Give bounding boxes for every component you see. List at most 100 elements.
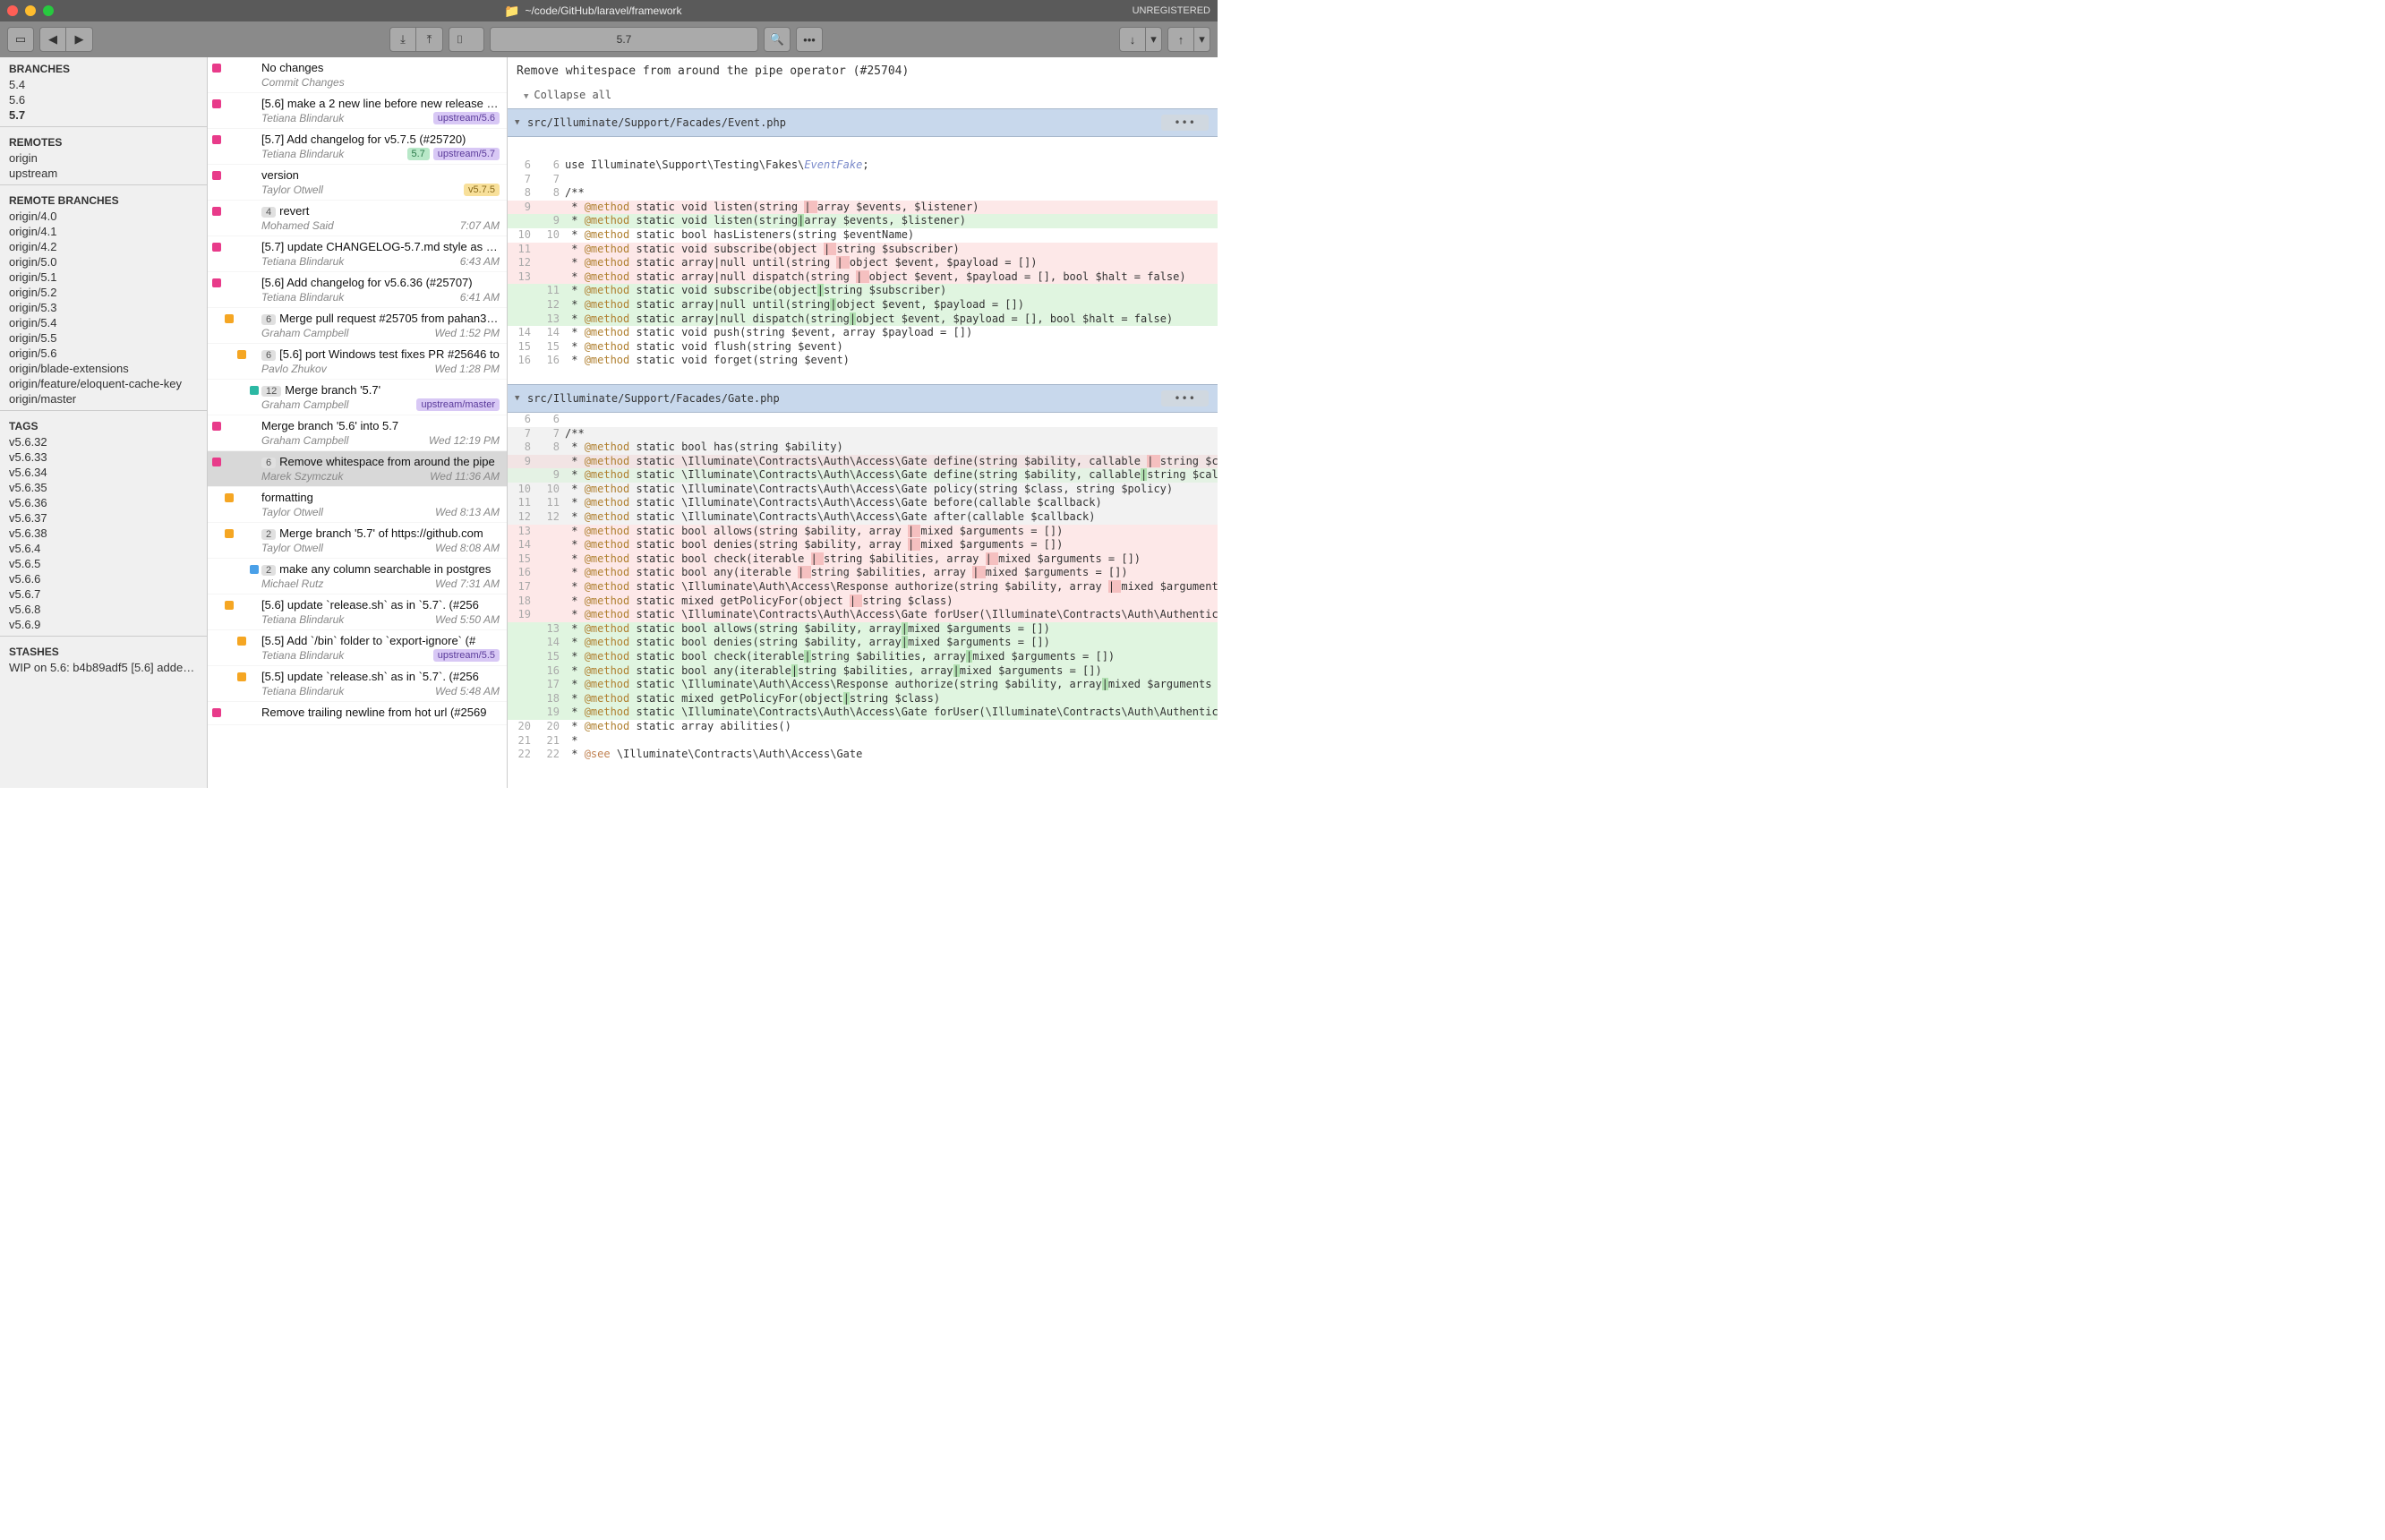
- diff-line[interactable]: 9 * @method static void listen(string | …: [508, 201, 1218, 215]
- diff-line[interactable]: 19 * @method static \Illuminate\Contract…: [508, 706, 1218, 720]
- diff-line[interactable]: 77/**: [508, 427, 1218, 441]
- sort-up-menu[interactable]: ▾: [1194, 27, 1210, 52]
- sort-down-button[interactable]: ↓: [1119, 27, 1146, 52]
- commit-row[interactable]: 4revertMohamed Said7:07 AM: [208, 201, 507, 236]
- diff-line[interactable]: 18 * @method static mixed getPolicyFor(o…: [508, 692, 1218, 706]
- file-header[interactable]: src/Illuminate/Support/Facades/Event.php…: [508, 108, 1218, 137]
- commit-row[interactable]: 2Merge branch '5.7' of https://github.co…: [208, 523, 507, 559]
- diff-line[interactable]: 17 * @method static \Illuminate\Auth\Acc…: [508, 678, 1218, 692]
- diff-line[interactable]: 13 * @method static bool allows(string $…: [508, 622, 1218, 637]
- commit-row[interactable]: versionTaylor Otwellv5.7.5: [208, 165, 507, 201]
- more-button[interactable]: •••: [796, 27, 823, 52]
- diff-line[interactable]: 77: [508, 173, 1218, 187]
- push-button[interactable]: ⤒: [416, 27, 443, 52]
- sidebar-item[interactable]: origin/blade-extensions: [0, 361, 207, 376]
- diff-line[interactable]: 66: [508, 413, 1218, 427]
- diff-line[interactable]: 13 * @method static bool allows(string $…: [508, 525, 1218, 539]
- sidebar-item[interactable]: origin/5.4: [0, 315, 207, 330]
- commit-row[interactable]: 6Merge pull request #25705 from pahan35/…: [208, 308, 507, 344]
- collapse-all-button[interactable]: Collapse all: [508, 85, 1218, 108]
- diff-line[interactable]: 88/**: [508, 186, 1218, 201]
- diff-line[interactable]: 88 * @method static bool has(string $abi…: [508, 441, 1218, 455]
- zoom-icon[interactable]: [43, 5, 54, 16]
- minimize-icon[interactable]: [25, 5, 36, 16]
- diff-line[interactable]: 16 * @method static bool any(iterable|st…: [508, 664, 1218, 679]
- sidebar-item[interactable]: v5.6.7: [0, 586, 207, 602]
- diff-line[interactable]: 1212 * @method static \Illuminate\Contra…: [508, 510, 1218, 525]
- sidebar-item[interactable]: v5.6.5: [0, 556, 207, 571]
- commit-row[interactable]: 12Merge branch '5.7'Graham Campbellupstr…: [208, 380, 507, 415]
- sidebar-item[interactable]: v5.6.35: [0, 480, 207, 495]
- commit-row[interactable]: formattingTaylor OtwellWed 8:13 AM: [208, 487, 507, 523]
- terminal-button[interactable]: ⌷: [449, 27, 484, 52]
- diff-line[interactable]: 9 * @method static \Illuminate\Contracts…: [508, 468, 1218, 483]
- commit-row[interactable]: [5.5] Add `/bin` folder to `export-ignor…: [208, 630, 507, 666]
- diff-line[interactable]: 16 * @method static bool any(iterable | …: [508, 566, 1218, 580]
- diff-line[interactable]: 11 * @method static void subscribe(objec…: [508, 284, 1218, 298]
- commit-row[interactable]: 6Remove whitespace from around the pipe …: [208, 451, 507, 487]
- back-button[interactable]: ◀: [39, 27, 66, 52]
- commit-row[interactable]: [5.7] Add changelog for v5.7.5 (#25720)T…: [208, 129, 507, 165]
- diff-line[interactable]: 66use Illuminate\Support\Testing\Fakes\E…: [508, 158, 1218, 173]
- diff-line[interactable]: 2121 *: [508, 734, 1218, 749]
- sidebar-item[interactable]: origin: [0, 150, 207, 166]
- sidebar-item[interactable]: v5.6.33: [0, 449, 207, 465]
- close-icon[interactable]: [7, 5, 18, 16]
- sidebar-item[interactable]: origin/4.2: [0, 239, 207, 254]
- sidebar-item[interactable]: v5.6.32: [0, 434, 207, 449]
- commit-row[interactable]: 6[5.6] port Windows test fixes PR #25646…: [208, 344, 507, 380]
- sidebar-item[interactable]: origin/5.0: [0, 254, 207, 270]
- diff-line[interactable]: 9 * @method static \Illuminate\Contracts…: [508, 455, 1218, 469]
- sidebar-item[interactable]: 5.6: [0, 92, 207, 107]
- diff-line[interactable]: 9 * @method static void listen(string|ar…: [508, 214, 1218, 228]
- forward-button[interactable]: ▶: [66, 27, 93, 52]
- commit-row[interactable]: [5.6] update `release.sh` as in `5.7`. (…: [208, 595, 507, 630]
- commit-row[interactable]: Remove trailing newline from hot url (#2…: [208, 702, 507, 725]
- diff-line[interactable]: 15 * @method static bool check(iterable …: [508, 552, 1218, 567]
- diff-line[interactable]: 1010 * @method static \Illuminate\Contra…: [508, 483, 1218, 497]
- sidebar-item[interactable]: v5.6.34: [0, 465, 207, 480]
- sidebar-toggle-button[interactable]: ▭: [7, 27, 34, 52]
- search-button[interactable]: 🔍: [764, 27, 791, 52]
- diff-line[interactable]: 12 * @method static array|null until(str…: [508, 298, 1218, 312]
- diff-line[interactable]: 12 * @method static array|null until(str…: [508, 256, 1218, 270]
- commit-row[interactable]: [5.5] update `release.sh` as in `5.7`. (…: [208, 666, 507, 702]
- diff-line[interactable]: 11 * @method static void subscribe(objec…: [508, 243, 1218, 257]
- sidebar-item[interactable]: origin/5.6: [0, 346, 207, 361]
- diff-line[interactable]: 14 * @method static bool denies(string $…: [508, 538, 1218, 552]
- sidebar-item[interactable]: origin/4.1: [0, 224, 207, 239]
- sidebar-item[interactable]: upstream: [0, 166, 207, 181]
- sidebar-item[interactable]: v5.6.37: [0, 510, 207, 526]
- diff-line[interactable]: 1111 * @method static \Illuminate\Contra…: [508, 496, 1218, 510]
- commit-row[interactable]: [5.7] update CHANGELOG-5.7.md style as i…: [208, 236, 507, 272]
- sidebar-item[interactable]: WIP on 5.6: b4b89adf5 [5.6] added m: [0, 660, 207, 675]
- sidebar-item[interactable]: origin/feature/eloquent-cache-key: [0, 376, 207, 391]
- diff-line[interactable]: 1010 * @method static bool hasListeners(…: [508, 228, 1218, 243]
- diff-line[interactable]: 17 * @method static \Illuminate\Auth\Acc…: [508, 580, 1218, 595]
- sidebar-item[interactable]: origin/master: [0, 391, 207, 406]
- sidebar-item[interactable]: 5.4: [0, 77, 207, 92]
- file-menu-button[interactable]: •••: [1161, 390, 1209, 406]
- diff-line[interactable]: 1515 * @method static void flush(string …: [508, 340, 1218, 355]
- commit-row[interactable]: 2make any column searchable in postgresM…: [208, 559, 507, 595]
- commit-row[interactable]: [5.6] make a 2 new line before new relea…: [208, 93, 507, 129]
- sidebar-item[interactable]: origin/4.0: [0, 209, 207, 224]
- commit-row[interactable]: No changesCommit Changes: [208, 57, 507, 93]
- diff-line[interactable]: 1414 * @method static void push(string $…: [508, 326, 1218, 340]
- diff-line[interactable]: 1616 * @method static void forget(string…: [508, 354, 1218, 368]
- diff-line[interactable]: 19 * @method static \Illuminate\Contract…: [508, 608, 1218, 622]
- sidebar-item[interactable]: v5.6.36: [0, 495, 207, 510]
- commit-row[interactable]: Merge branch '5.6' into 5.7Graham Campbe…: [208, 415, 507, 451]
- pull-button[interactable]: ⤓: [389, 27, 416, 52]
- sidebar-item[interactable]: origin/5.3: [0, 300, 207, 315]
- sidebar-item[interactable]: v5.6.8: [0, 602, 207, 617]
- sidebar-item[interactable]: v5.6.6: [0, 571, 207, 586]
- file-menu-button[interactable]: •••: [1161, 115, 1209, 131]
- diff-line[interactable]: 13 * @method static array|null dispatch(…: [508, 312, 1218, 327]
- file-header[interactable]: src/Illuminate/Support/Facades/Gate.php•…: [508, 384, 1218, 413]
- sidebar-item[interactable]: origin/5.5: [0, 330, 207, 346]
- sidebar-item[interactable]: v5.6.9: [0, 617, 207, 632]
- diff-line[interactable]: 15 * @method static bool check(iterable|…: [508, 650, 1218, 664]
- sidebar-item[interactable]: v5.6.38: [0, 526, 207, 541]
- diff-line[interactable]: 14 * @method static bool denies(string $…: [508, 636, 1218, 650]
